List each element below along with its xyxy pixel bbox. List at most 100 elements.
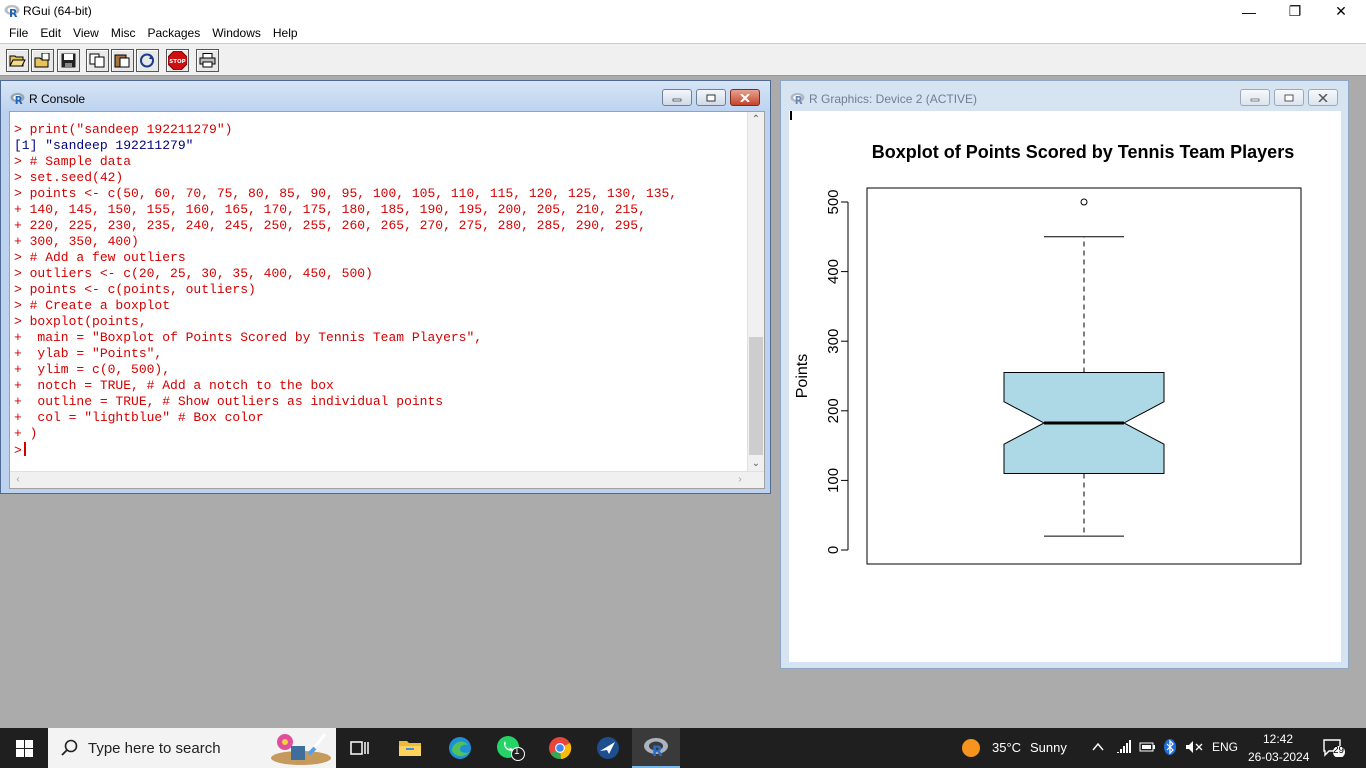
y-tick-label: 300: [825, 329, 842, 354]
restore-icon: [706, 94, 716, 101]
graphics-minimize-button[interactable]: [1240, 89, 1270, 106]
console-minimize-button[interactable]: [662, 89, 692, 106]
scroll-down-icon[interactable]: ⌄: [748, 456, 764, 472]
r-logo-icon: R: [4, 5, 20, 18]
r-gui-taskbar-button[interactable]: R: [632, 728, 680, 768]
console-restore-button[interactable]: [696, 89, 726, 106]
weather-condition[interactable]: Sunny: [1030, 740, 1067, 755]
battery-icon[interactable]: [1139, 741, 1157, 753]
chevron-up-icon[interactable]: [1092, 742, 1104, 752]
task-view-button[interactable]: [336, 728, 384, 768]
r-logo-icon: R: [790, 92, 805, 105]
console-line: + notch = TRUE, # Add a notch to the box: [14, 378, 334, 393]
open-script-button[interactable]: [6, 49, 29, 72]
console-line: + ylim = c(0, 500),: [14, 362, 171, 377]
taskbar-search-box[interactable]: Type here to search: [48, 728, 336, 768]
boxplot-marks: [1003, 198, 1165, 537]
toolbar: STOP: [0, 43, 1366, 76]
console-vertical-scrollbar[interactable]: ⌃ ⌄: [747, 112, 764, 472]
mail-bird-button[interactable]: [584, 728, 632, 768]
chart-title: Boxplot of Points Scored by Tennis Team …: [872, 142, 1294, 162]
whatsapp-button[interactable]: 1: [486, 728, 534, 768]
clock-date[interactable]: 26-03-2024: [1248, 750, 1309, 764]
console-horizontal-scrollbar[interactable]: ‹ ›: [10, 471, 764, 488]
print-icon: [199, 53, 216, 68]
open-script-icon: [9, 55, 26, 67]
r-console-window: R R Console > print("sandeep 192211279")…: [0, 80, 771, 494]
menu-edit[interactable]: Edit: [34, 26, 67, 40]
outlier-point: [1080, 198, 1088, 206]
console-close-button[interactable]: [730, 89, 760, 106]
task-view-icon: [350, 741, 369, 755]
console-line: + 140, 145, 150, 155, 160, 165, 170, 175…: [14, 202, 646, 217]
minimize-icon: [1250, 98, 1260, 101]
console-output[interactable]: > print("sandeep 192211279") [1] "sandeep…: [9, 111, 765, 489]
console-caption: R R Console: [1, 81, 770, 111]
console-line: + main = "Boxplot of Points Scored by Te…: [14, 330, 483, 345]
menu-view[interactable]: View: [67, 26, 105, 40]
edge-button[interactable]: [436, 728, 484, 768]
network-icon[interactable]: [1116, 740, 1132, 754]
svg-text:R: R: [652, 744, 663, 757]
console-line: > points <- c(points, outliers): [14, 282, 256, 297]
menu-windows[interactable]: Windows: [206, 26, 267, 40]
save-button[interactable]: [57, 49, 80, 72]
close-icon: [740, 93, 750, 102]
close-icon: [1318, 93, 1328, 102]
svg-text:R: R: [795, 96, 803, 105]
weather-sun-icon: [962, 739, 980, 757]
save-icon: [61, 53, 76, 68]
paste-button[interactable]: [111, 49, 134, 72]
start-button[interactable]: [0, 728, 48, 768]
console-prompt-line[interactable]: >: [14, 442, 744, 458]
copy-icon: [89, 53, 105, 68]
scroll-left-icon[interactable]: ‹: [10, 472, 26, 488]
print-button[interactable]: [196, 49, 219, 72]
r-graphics-window: R R Graphics: Device 2 (ACTIVE) Boxplot …: [780, 80, 1349, 669]
text-cursor: [790, 111, 792, 120]
console-line: > boxplot(points,: [14, 314, 147, 329]
menu-misc[interactable]: Misc: [105, 26, 142, 40]
console-line: > set.seed(42): [14, 170, 124, 185]
menu-bar: File Edit View Misc Packages Windows Hel…: [0, 23, 1366, 43]
graphics-close-button[interactable]: [1308, 89, 1338, 106]
y-axis-label: Points: [794, 354, 811, 398]
minimize-button[interactable]: —: [1226, 0, 1272, 23]
chrome-button[interactable]: [536, 728, 584, 768]
console-text: > print("sandeep 192211279") [1] "sandeep…: [14, 122, 744, 458]
y-tick-label: 500: [825, 189, 842, 214]
close-button[interactable]: ✕: [1318, 0, 1364, 23]
windows-logo-icon: [15, 739, 33, 757]
scroll-up-icon[interactable]: ⌃: [748, 112, 764, 128]
file-explorer-icon: [399, 741, 421, 756]
speaker-muted-icon[interactable]: [1185, 740, 1203, 754]
edge-icon: [449, 737, 471, 759]
plot-area[interactable]: Boxplot of Points Scored by Tennis Team …: [789, 111, 1341, 662]
bluetooth-icon[interactable]: [1163, 738, 1177, 756]
maximize-button[interactable]: ❐: [1272, 0, 1318, 23]
y-axis: 0 100 200 300 400 500: [825, 189, 849, 554]
whatsapp-badge: 1: [514, 746, 520, 757]
menu-packages[interactable]: Packages: [142, 26, 207, 40]
copy-paste-button[interactable]: [136, 49, 159, 72]
paste-icon: [114, 54, 130, 68]
language-indicator[interactable]: ENG: [1212, 740, 1238, 754]
console-line: > # Sample data: [14, 154, 132, 169]
graphics-restore-button[interactable]: [1274, 89, 1304, 106]
stop-button[interactable]: STOP: [166, 49, 189, 72]
svg-text:R: R: [9, 7, 18, 18]
stop-icon: STOP: [168, 51, 187, 70]
copy-button[interactable]: [86, 49, 109, 72]
menu-file[interactable]: File: [3, 26, 34, 40]
console-line: + outline = TRUE, # Show outliers as ind…: [14, 394, 444, 409]
scroll-thumb[interactable]: [749, 337, 763, 455]
menu-help[interactable]: Help: [267, 26, 304, 40]
weather-temperature[interactable]: 35°C: [992, 740, 1021, 755]
load-workspace-button[interactable]: [31, 49, 54, 72]
r-logo-icon: R: [10, 92, 25, 105]
y-tick-label: 100: [825, 468, 842, 493]
search-placeholder: Type here to search: [88, 740, 221, 757]
clock-time[interactable]: 12:42: [1263, 732, 1293, 746]
file-explorer-button[interactable]: [386, 728, 434, 768]
scroll-right-icon[interactable]: ›: [732, 472, 748, 488]
